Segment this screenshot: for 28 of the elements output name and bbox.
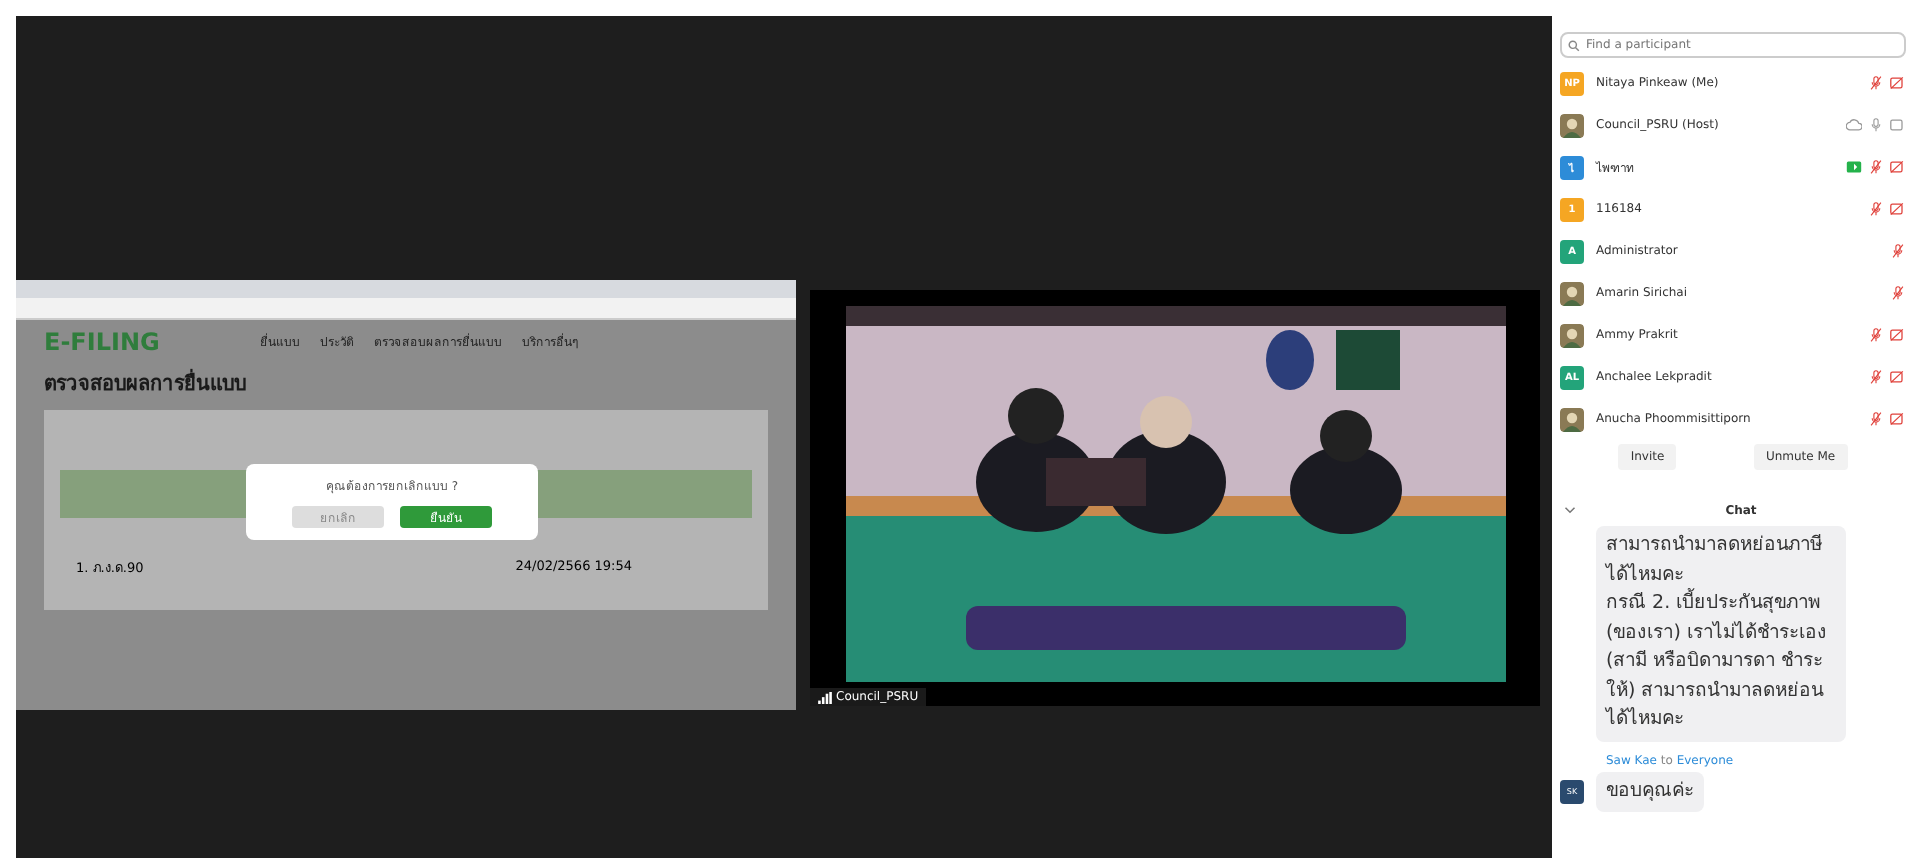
avatar-icon (1560, 407, 1584, 431)
page-heading: ตรวจสอบผลการยื่นแบบ (44, 368, 768, 398)
video-icon[interactable] (1890, 118, 1906, 132)
caret-icon[interactable] (1564, 506, 1576, 514)
signal-icon (818, 691, 832, 703)
muted-mic-icon[interactable] (1890, 244, 1906, 258)
message-text: สามารถนำมาลดหย่อนภาษีได้ไหมคะ (1606, 532, 1824, 588)
message-text: กรณี 2. เบี้ยประกันสุขภาพ (ของเรา) เราไม่ได้ชำระเอง (สามี หรือบิดามารดา ชำระให้) สามารถนำมาลดหย่อนได้ไหมคะ (1606, 590, 1829, 734)
search-icon (1568, 40, 1580, 52)
video-off-icon[interactable] (1890, 412, 1906, 426)
video-off-icon[interactable] (1890, 160, 1906, 174)
site-logo: E-FILING (44, 328, 160, 356)
muted-mic-icon[interactable] (1868, 76, 1884, 90)
muted-mic-icon[interactable] (1868, 412, 1884, 426)
video-off-icon[interactable] (1890, 76, 1906, 90)
message-text: ขอบคุณค่ะ (1606, 777, 1694, 805)
muted-mic-icon[interactable] (1868, 370, 1884, 384)
video-off-icon[interactable] (1890, 328, 1906, 342)
avatar-icon (1560, 113, 1584, 137)
muted-mic-icon[interactable] (1868, 202, 1884, 216)
muted-mic-icon[interactable] (1868, 328, 1884, 342)
avatar-icon (1560, 323, 1584, 347)
muted-mic-icon[interactable] (1868, 160, 1884, 174)
avatar-icon (1560, 281, 1584, 305)
muted-mic-icon[interactable] (1890, 286, 1906, 300)
video-off-icon[interactable] (1890, 202, 1906, 216)
mic-icon[interactable] (1868, 118, 1884, 132)
video-off-icon[interactable] (1890, 370, 1906, 384)
